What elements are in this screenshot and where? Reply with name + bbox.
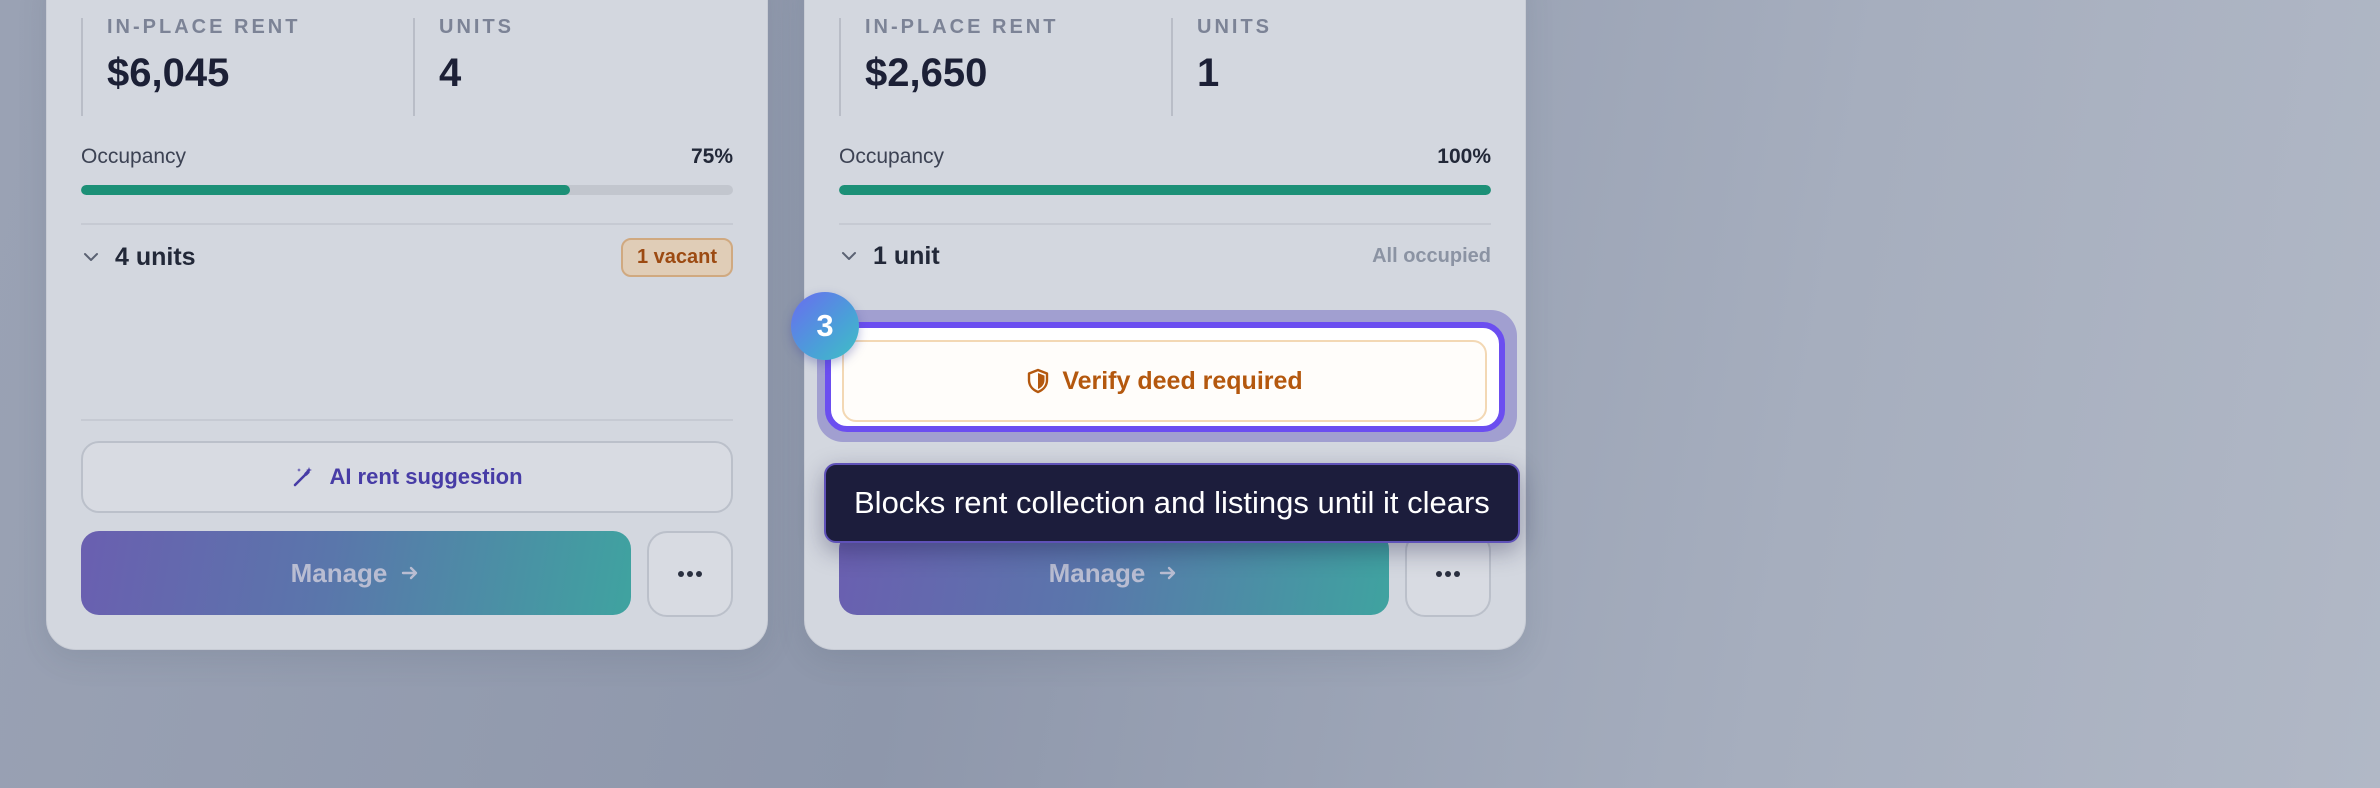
occupancy-label: Occupancy <box>839 145 945 168</box>
arrow-right-icon <box>1160 566 1176 580</box>
shield-icon <box>1028 368 1049 394</box>
occupancy-label: Occupancy <box>81 145 187 168</box>
chevron-down-icon <box>842 252 856 260</box>
occupancy-status: All occupied <box>1372 244 1491 267</box>
more-horizontal-icon <box>678 571 702 577</box>
occupancy-bar-fill <box>839 185 1491 195</box>
more-options-button[interactable] <box>1405 531 1491 617</box>
occupancy-row: Occupancy 75% <box>81 145 733 169</box>
units-toggle[interactable]: 1 unit All occupied <box>839 236 1491 276</box>
units-summary: 4 units <box>115 242 196 271</box>
more-options-button[interactable] <box>647 531 733 617</box>
units-label: UNITS <box>1197 16 1272 38</box>
occupancy-bar <box>839 185 1491 195</box>
in-place-rent-value: $2,650 <box>865 51 988 95</box>
in-place-rent-value: $6,045 <box>107 51 230 95</box>
verify-deed-button[interactable]: Verify deed required <box>842 340 1487 422</box>
arrow-right-icon <box>402 566 418 580</box>
tooltip: Blocks rent collection and listings unti… <box>824 463 1520 543</box>
manage-label: Manage <box>290 557 388 588</box>
occupancy-bar <box>81 185 733 195</box>
step-number-badge: 3 <box>791 292 859 360</box>
units-value: 4 <box>439 51 462 95</box>
occupancy-bar-fill <box>81 185 570 195</box>
divider <box>839 223 1491 225</box>
occupancy-row: Occupancy 100% <box>839 145 1491 169</box>
occupancy-percent: 100% <box>1437 145 1491 168</box>
manage-button[interactable]: Manage <box>81 531 631 615</box>
verify-deed-label: Verify deed required <box>1062 366 1303 395</box>
in-place-rent-stat: IN-PLACE RENT $2,650 <box>839 16 1059 116</box>
units-value: 1 <box>1197 51 1220 95</box>
magic-wand-icon <box>294 467 313 487</box>
in-place-rent-label: IN-PLACE RENT <box>865 16 1059 38</box>
units-summary: 1 unit <box>873 241 940 270</box>
vacancy-badge: 1 vacant <box>620 237 733 277</box>
ai-rent-suggestion-button[interactable]: AI rent suggestion <box>81 441 733 513</box>
chevron-down-icon <box>84 253 98 261</box>
units-stat: UNITS 1 <box>1171 16 1272 116</box>
units-toggle[interactable]: 4 units 1 vacant <box>81 237 733 277</box>
property-card-1: IN-PLACE RENT $6,045 UNITS 4 Occupancy 7… <box>46 0 768 650</box>
more-horizontal-icon <box>1436 571 1460 577</box>
units-stat: UNITS 4 <box>413 16 514 116</box>
in-place-rent-label: IN-PLACE RENT <box>107 16 301 38</box>
manage-button[interactable]: Manage <box>839 531 1389 615</box>
occupancy-percent: 75% <box>690 145 733 168</box>
manage-label: Manage <box>1048 557 1146 588</box>
divider <box>81 419 733 421</box>
ai-rent-suggestion-label: AI rent suggestion <box>329 464 523 489</box>
divider <box>81 223 733 225</box>
in-place-rent-stat: IN-PLACE RENT $6,045 <box>81 16 301 116</box>
units-label: UNITS <box>439 16 514 38</box>
